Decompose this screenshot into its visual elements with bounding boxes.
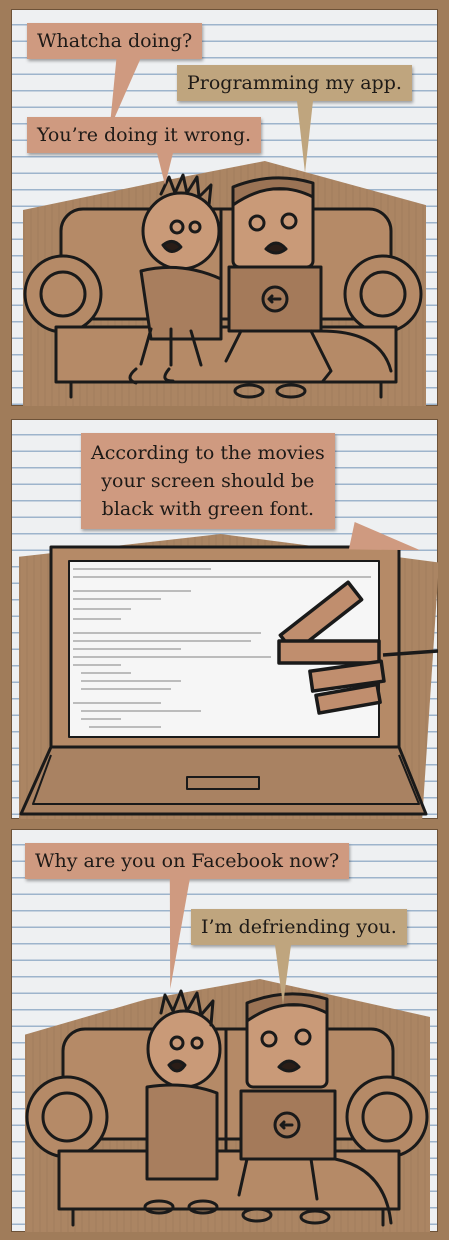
panel-1: Whatcha doing? Programming my app. You’r…	[11, 9, 438, 406]
bubble-text-line-2: your screen should be	[101, 470, 315, 492]
bubble-text: Whatcha doing?	[37, 30, 193, 52]
bubble-text: Programming my app.	[187, 72, 402, 94]
panel-3: Why are you on Facebook now? I’m defrien…	[11, 829, 438, 1232]
bubble-tail	[297, 101, 313, 173]
bubble-tail	[275, 945, 291, 1005]
bubble-text-line-1: According to the movies	[91, 442, 325, 464]
bubble-text-line-3: black with green font.	[101, 498, 315, 520]
speech-bubble-movies: According to the movies your screen shou…	[81, 433, 424, 564]
couch-scene	[25, 989, 429, 1227]
bubble-text: You’re doing it wrong.	[37, 124, 252, 146]
speech-bubble-programming: Programming my app.	[177, 65, 412, 173]
speech-bubble-whatcha: Whatcha doing?	[27, 23, 203, 129]
speech-bubble-facebook: Why are you on Facebook now?	[25, 843, 350, 989]
panel-2: According to the movies your screen shou…	[11, 419, 438, 819]
comic-strip: Whatcha doing? Programming my app. You’r…	[0, 0, 449, 1240]
bubble-text: Why are you on Facebook now?	[35, 850, 340, 872]
bubble-text: I’m defriending you.	[201, 916, 397, 938]
speech-bubble-defriending: I’m defriending you.	[191, 909, 407, 1005]
speech-bubble-wrong: You’re doing it wrong.	[27, 117, 262, 185]
bubble-tail	[157, 153, 173, 185]
